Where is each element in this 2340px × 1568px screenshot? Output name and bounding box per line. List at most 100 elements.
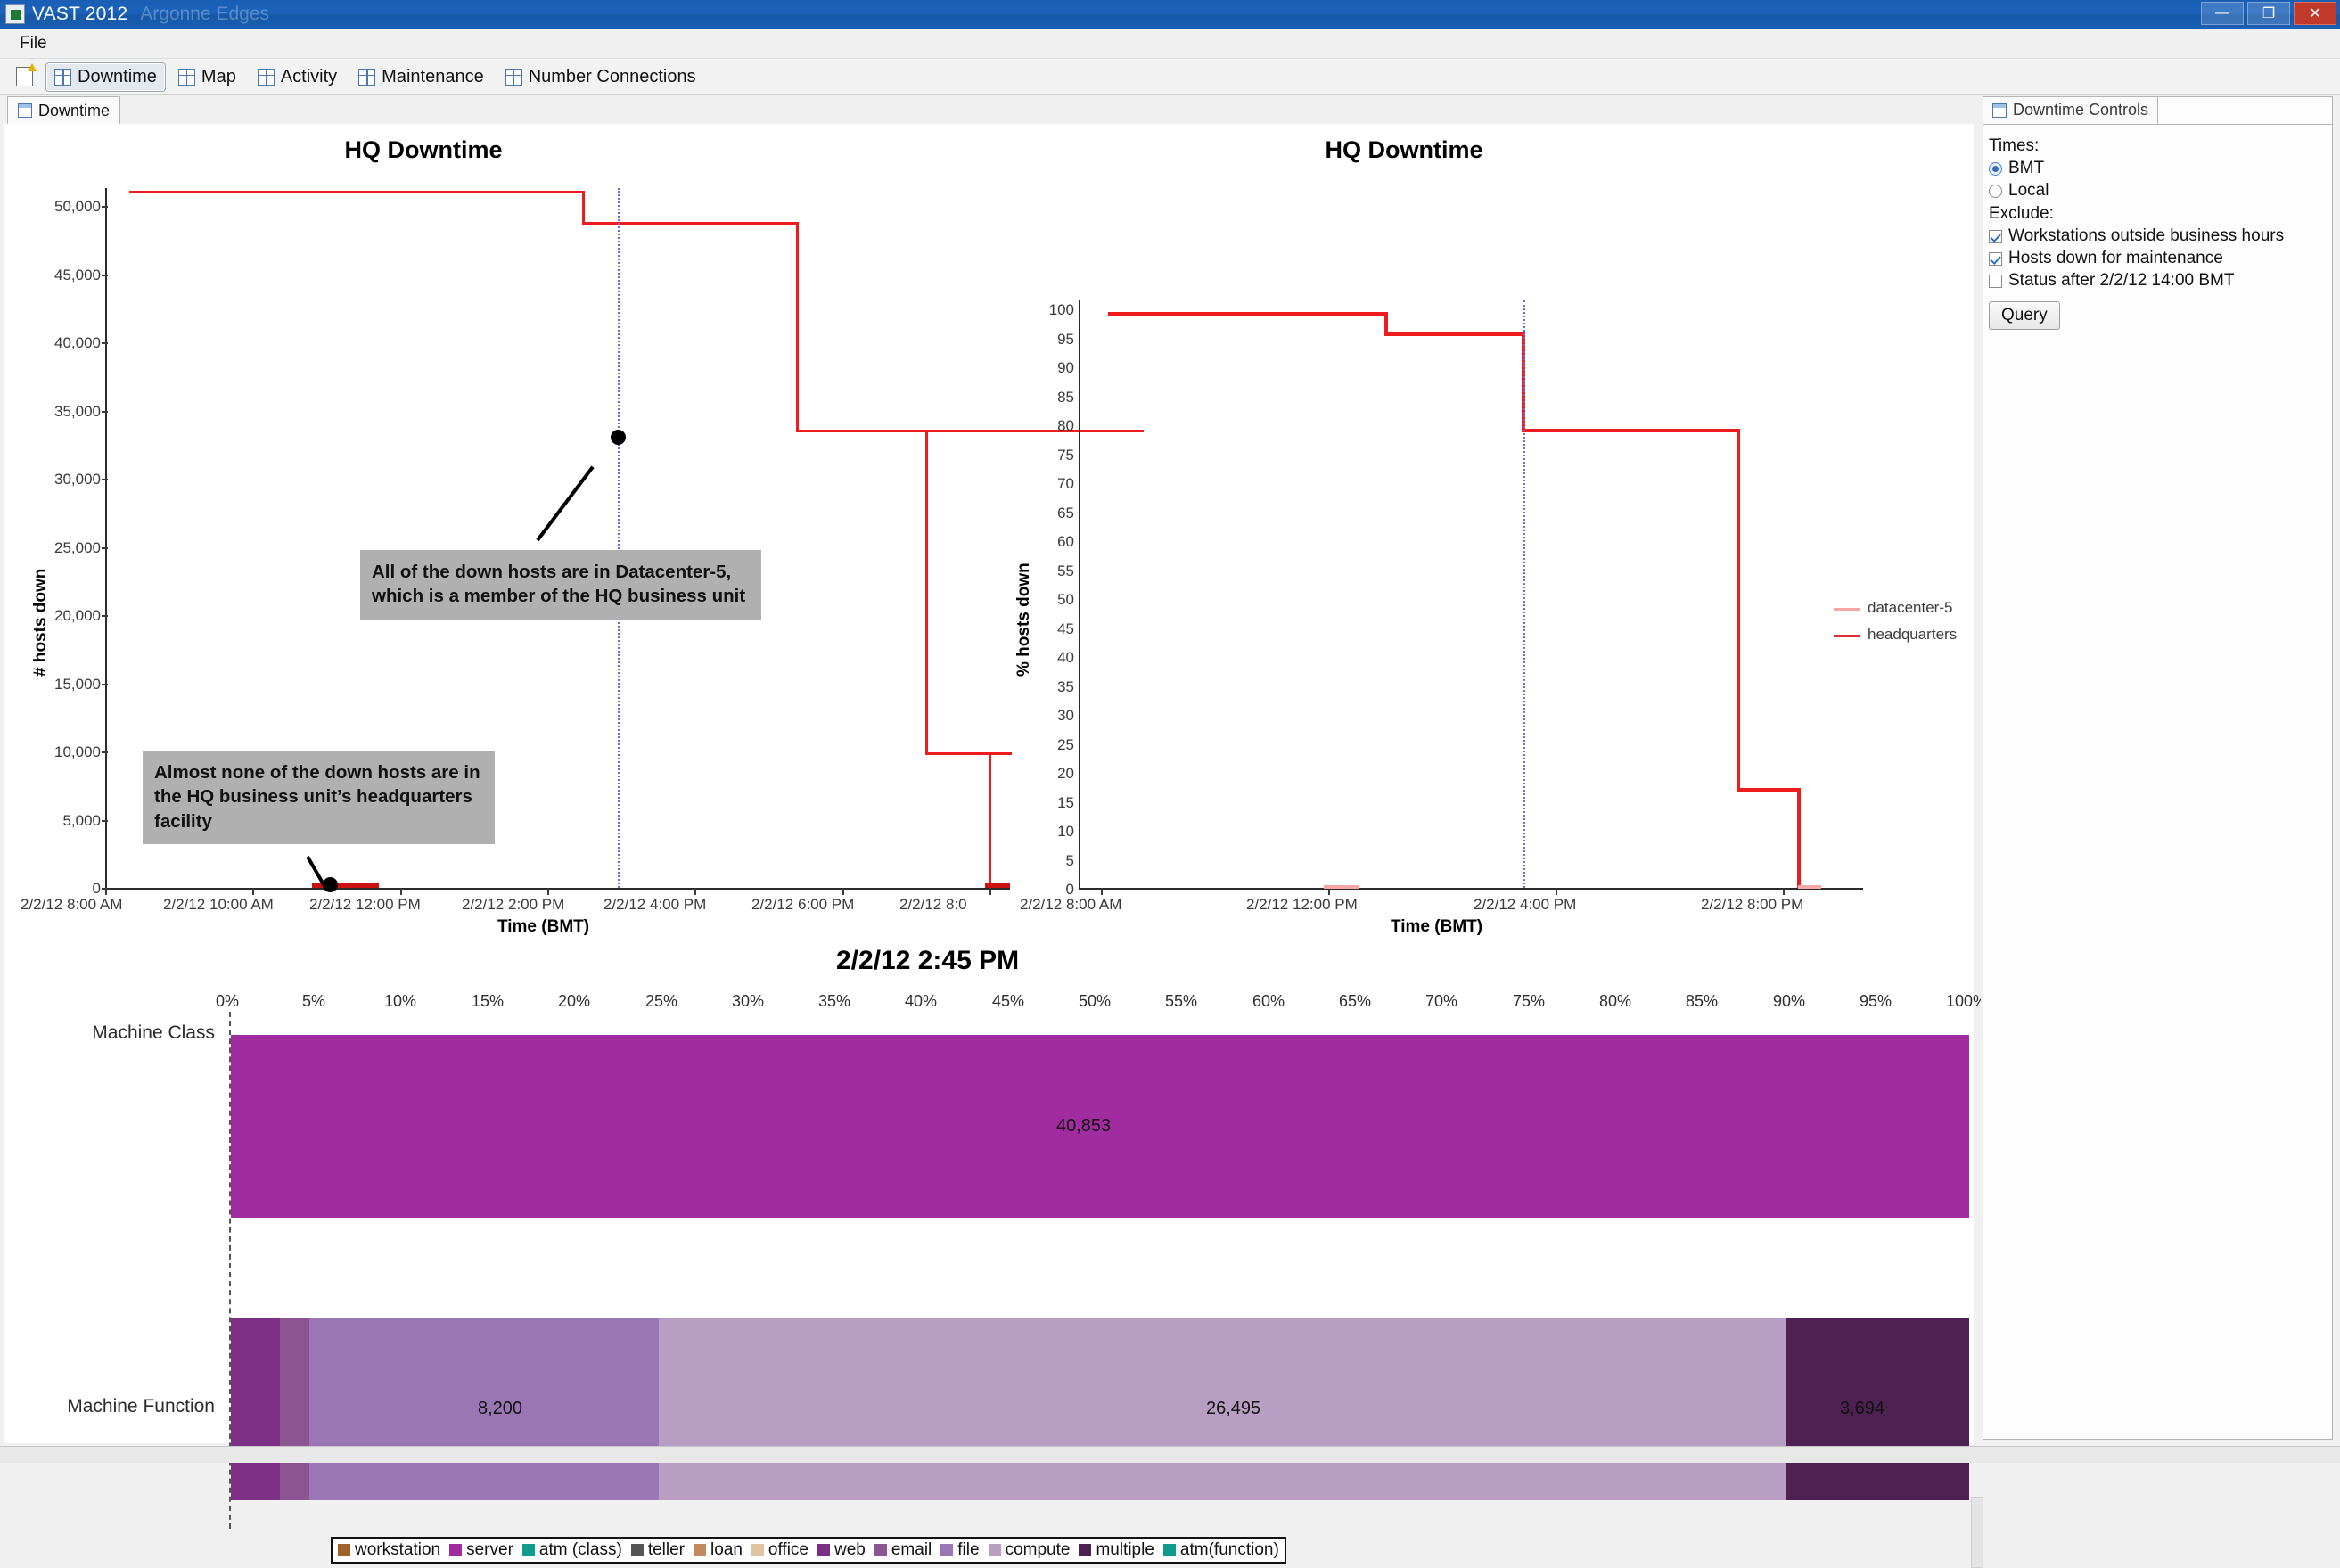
right-series-headquarters	[1798, 885, 1821, 889]
radio-bmt[interactable]	[1989, 161, 2002, 176]
radio-label-bmt: BMT	[2008, 159, 2045, 177]
left-series-drop	[582, 191, 585, 225]
radio-row-bmt[interactable]: BMT	[1989, 159, 2332, 178]
close-button[interactable]: ✕	[2294, 2, 2336, 25]
left-ytickmark	[102, 751, 108, 753]
right-ytick-5: 5	[1065, 852, 1074, 869]
left-xtick-1200: 2/2/12 12:00 PM	[309, 896, 421, 913]
left-series-seg	[925, 752, 1012, 755]
toolbar-item-downtime[interactable]: Downtime	[45, 62, 166, 92]
legend-swatch-file	[940, 1544, 954, 1556]
bar-row-label-machine-class: Machine Class	[92, 1022, 215, 1043]
checkbox-status-after[interactable]	[1989, 274, 2002, 288]
menu-item-file[interactable]: File	[12, 32, 54, 55]
new-document-icon	[16, 63, 37, 86]
bar-segment-email[interactable]	[279, 1318, 309, 1500]
left-xtick-2000: 2/2/12 8:0	[899, 896, 967, 913]
legend-item-email[interactable]: email	[874, 1540, 932, 1560]
bar-chart-legend: workstation server atm (class) teller lo…	[331, 1537, 1286, 1564]
left-ytick-50000: 50,000	[54, 198, 101, 215]
checkbox-row-status-after[interactable]: Status after 2/2/12 14:00 BMT	[1989, 271, 2332, 291]
left-ytickmark	[102, 411, 108, 413]
window-icon	[18, 103, 32, 118]
left-series-drop	[925, 430, 928, 754]
tab-downtime[interactable]: Downtime	[7, 96, 121, 125]
window-title: VAST 2012	[32, 4, 128, 24]
legend-item-workstation[interactable]: workstation	[338, 1540, 440, 1560]
legend-item-file[interactable]: file	[940, 1540, 980, 1560]
legend-item-web[interactable]: web	[817, 1540, 866, 1560]
legend-label-server: server	[466, 1540, 513, 1559]
query-button[interactable]: Query	[1989, 301, 2060, 330]
right-ytick-55: 55	[1057, 562, 1074, 579]
checkbox-hosts-down-for-maintenance[interactable]	[1989, 251, 2002, 266]
left-ytick-20000: 20,000	[54, 607, 101, 624]
legend-label-teller: teller	[647, 1540, 685, 1559]
left-series-drop	[796, 222, 799, 431]
bar-xtick-90: 90%	[1773, 992, 1806, 1010]
right-xtickmark	[1328, 888, 1330, 895]
legend-label-workstation: workstation	[355, 1540, 441, 1559]
left-xtick-1000: 2/2/12 10:00 AM	[163, 896, 274, 913]
bar-xtick-40: 40%	[905, 992, 938, 1010]
right-ytick-10: 10	[1057, 823, 1074, 840]
bar-xtick-85: 85%	[1686, 992, 1719, 1010]
legend-item-atm-class[interactable]: atm (class)	[521, 1540, 622, 1560]
toolbar-item-number-connections[interactable]: Number Connections	[497, 62, 705, 92]
right-ytick-35: 35	[1057, 678, 1074, 695]
toolbar-item-maintenance[interactable]: Maintenance	[349, 62, 493, 92]
checkbox-row-workstations[interactable]: Workstations outside business hours	[1989, 226, 2332, 246]
legend-item-atm-function[interactable]: atm(function)	[1162, 1540, 1279, 1560]
window-icon	[1992, 103, 2007, 118]
maximize-button[interactable]: ❐	[2247, 2, 2290, 25]
tab-downtime-controls[interactable]: Downtime Controls	[1983, 97, 2159, 124]
left-xtick-1600: 2/2/12 4:00 PM	[603, 896, 707, 913]
minimize-button[interactable]: —	[2201, 2, 2244, 25]
right-xtickmark	[1101, 888, 1103, 895]
legend-item-loan[interactable]: loan	[694, 1540, 743, 1560]
bar-segment-value-server: 40,853	[1056, 1116, 1112, 1136]
left-series-drop	[989, 752, 991, 888]
right-ytick-80: 80	[1057, 417, 1074, 434]
right-dock: Downtime Controls Times: BMT Local Exclu…	[1981, 96, 2336, 1443]
bar-xtick-55: 55%	[1165, 992, 1198, 1010]
exclude-group-label: Exclude:	[1989, 204, 2054, 223]
toolbar-item-activity[interactable]: Activity	[249, 62, 346, 92]
left-series-seg	[796, 430, 1144, 432]
right-series-seg	[1108, 312, 1387, 316]
right-series-drop	[1737, 429, 1740, 791]
legend-item-teller[interactable]: teller	[630, 1540, 685, 1560]
left-xtickmark	[252, 888, 254, 895]
checkbox-row-maintenance[interactable]: Hosts down for maintenance	[1989, 249, 2332, 268]
grid-icon	[257, 68, 275, 86]
left-xtick-0800: 2/2/12 8:00 AM	[21, 896, 123, 913]
bar-segment-web[interactable]	[231, 1318, 280, 1500]
left-ytickmark	[102, 342, 108, 344]
legend-item-office[interactable]: office	[751, 1540, 809, 1560]
right-xtickmark	[1556, 888, 1557, 895]
legend-item-server[interactable]: server	[449, 1540, 513, 1560]
left-chart-time-cursor[interactable]	[618, 188, 620, 888]
bar-xtick-60: 60%	[1252, 992, 1285, 1010]
toolbar-item-map[interactable]: Map	[169, 62, 245, 92]
legend-item-compute[interactable]: compute	[988, 1540, 1070, 1560]
window-title-secondary: Argonne Edges	[140, 4, 270, 24]
right-chart-time-cursor[interactable]	[1523, 300, 1525, 888]
checkbox-workstations-outside-business-hours[interactable]	[1989, 229, 2002, 243]
canvas-vertical-scrollbar[interactable]	[1971, 1497, 1983, 1568]
toolbar-label-number-connections: Number Connections	[528, 66, 696, 86]
toolbar-label-activity: Activity	[280, 66, 338, 86]
left-series-seg	[129, 191, 383, 193]
right-chart-yaxis	[1079, 300, 1080, 888]
legend-item-multiple[interactable]: multiple	[1079, 1540, 1154, 1560]
left-ytick-10000: 10,000	[54, 743, 101, 760]
right-chart-title: HQ Downtime	[1325, 136, 1483, 163]
main-canvas: HQ Downtime # hosts down 0 5,000 10,000 …	[4, 124, 1983, 1568]
radio-row-local[interactable]: Local	[1989, 181, 2332, 201]
checkbox-label-status-after: Status after 2/2/12 14:00 BMT	[2008, 271, 2235, 290]
new-view-button[interactable]	[7, 62, 42, 91]
right-ytick-40: 40	[1057, 649, 1074, 666]
bar-row-label-machine-function: Machine Function	[67, 1396, 215, 1416]
radio-local[interactable]	[1989, 184, 2002, 198]
tab-downtime-controls-label: Downtime Controls	[2013, 101, 2149, 119]
